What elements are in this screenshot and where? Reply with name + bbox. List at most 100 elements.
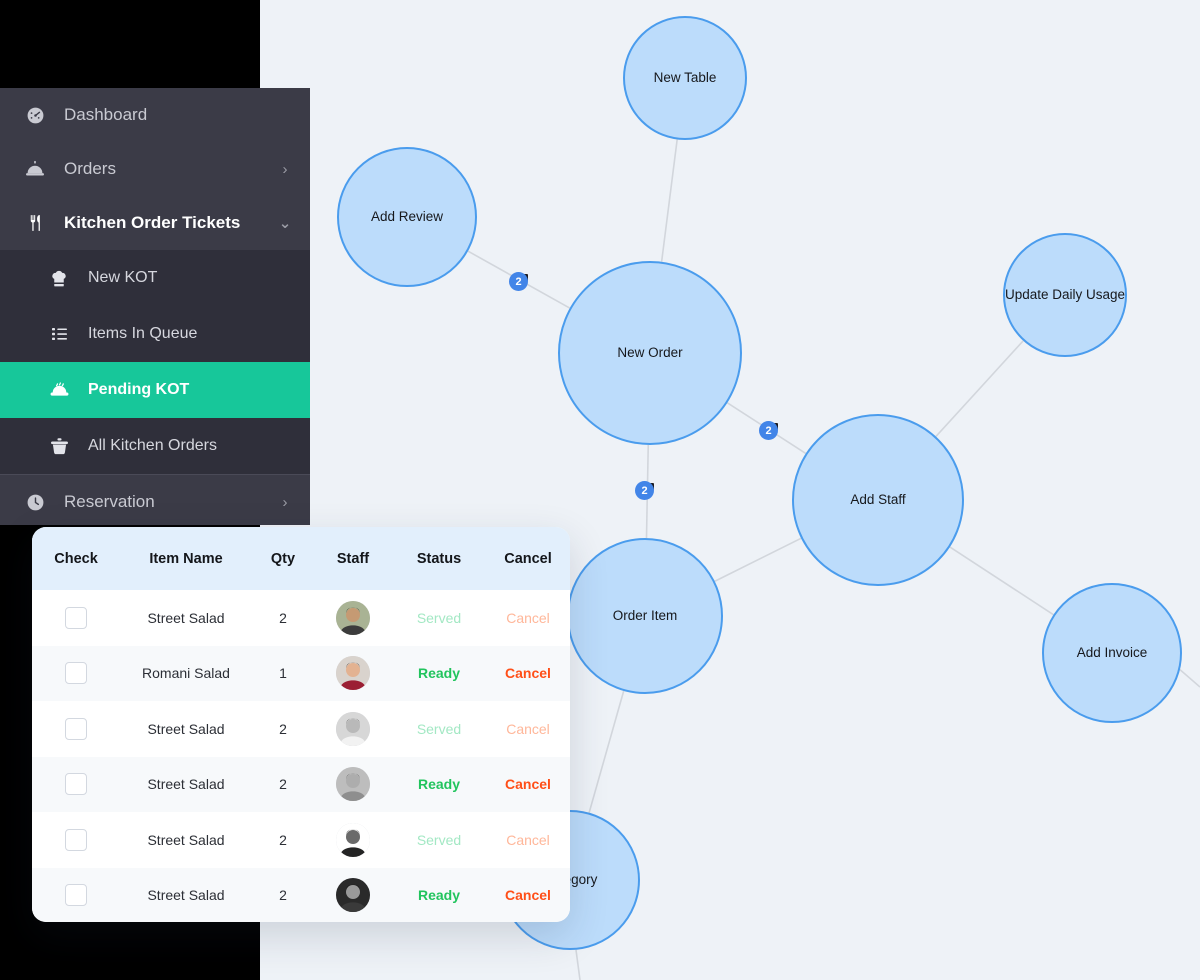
row-cancel-cell: Cancel <box>486 867 570 922</box>
status-badge: Served <box>416 720 462 737</box>
table-row[interactable]: Street Salad 2 Ready Cancel <box>32 756 570 812</box>
col-header-cancel: Cancel <box>486 527 570 590</box>
row-checkbox[interactable] <box>65 884 87 907</box>
col-header-check: Check <box>32 527 120 590</box>
graph-node-label: Add Review <box>370 209 444 225</box>
graph-node-add-invoice[interactable]: Add Invoice <box>1042 583 1182 723</box>
table-row[interactable]: Romani Salad 1 Ready Cancel <box>32 645 570 701</box>
row-checkbox[interactable] <box>65 773 87 796</box>
row-cancel-cell: Cancel <box>486 645 570 701</box>
graph-edge <box>714 537 802 582</box>
table-row[interactable]: Street Salad 2 Served Cancel <box>32 701 570 757</box>
graph-node-order-item[interactable]: Order Item <box>567 538 723 694</box>
table-head: Check Item Name Qty Staff Status Cancel <box>32 527 570 590</box>
row-staff-cell <box>314 645 392 701</box>
graph-node-add-review[interactable]: Add Review <box>337 147 477 287</box>
status-badge: Ready <box>417 776 461 793</box>
row-cancel-cell: Cancel <box>486 701 570 757</box>
col-header-qty: Qty <box>252 527 314 590</box>
chevron-right-icon[interactable]: › <box>278 162 292 177</box>
edge-count-badge[interactable]: 2 <box>635 481 654 500</box>
chevron-down-icon[interactable]: ⌄ <box>278 216 292 231</box>
graph-node-label: Add Staff <box>850 492 906 508</box>
row-checkbox[interactable] <box>65 828 87 851</box>
cancel-button[interactable]: Cancel <box>505 665 551 681</box>
graph-edge <box>935 340 1024 438</box>
pending-kot-table: Check Item Name Qty Staff Status Cancel … <box>32 527 570 922</box>
backdrop-top <box>0 0 260 88</box>
graph-edge <box>588 690 625 813</box>
cancel-button[interactable]: Cancel <box>506 610 550 626</box>
row-checkbox[interactable] <box>65 662 87 685</box>
col-header-item-name: Item Name <box>120 527 252 590</box>
sidebar-item-pending-kot[interactable]: Pending KOT <box>0 362 310 418</box>
col-header-status: Status <box>392 527 486 590</box>
graph-node-label: New Table <box>653 70 717 86</box>
graph-node-label: Order Item <box>612 608 678 624</box>
sidebar[interactable]: Dashboard Orders › Kitchen Order Tickets ⌄ Ne… <box>0 88 310 525</box>
sidebar-item-new-kot[interactable]: New KOT <box>0 250 310 306</box>
sidebar-nav-list: Dashboard Orders › Kitchen Order Tickets ⌄ Ne… <box>0 88 310 525</box>
edge-count-badge[interactable]: 2 <box>759 421 778 440</box>
avatar <box>336 878 370 913</box>
row-cancel-cell: Cancel <box>486 812 570 868</box>
row-item-name: Romani Salad <box>120 645 252 701</box>
avatar <box>336 600 370 635</box>
row-qty: 1 <box>252 645 314 701</box>
row-item-name: Street Salad <box>120 867 252 922</box>
graph-edge <box>949 546 1054 616</box>
row-check-cell <box>32 867 120 922</box>
row-item-name: Street Salad <box>120 812 252 868</box>
graph-node-add-staff[interactable]: Add Staff <box>792 414 964 586</box>
cancel-button[interactable]: Cancel <box>506 721 550 737</box>
row-cancel-cell: Cancel <box>486 756 570 812</box>
row-status: Served <box>392 590 486 646</box>
sidebar-item-all-kitchen-orders[interactable]: All Kitchen Orders <box>0 418 310 474</box>
row-status: Served <box>392 701 486 757</box>
table-header-row: Check Item Name Qty Staff Status Cancel <box>32 527 570 590</box>
table-row[interactable]: Street Salad 2 Served Cancel <box>32 812 570 868</box>
table-row[interactable]: Street Salad 2 Ready Cancel <box>32 867 570 922</box>
chef-hat-icon <box>46 269 72 288</box>
status-badge: Ready <box>417 665 461 682</box>
status-badge: Served <box>416 831 462 848</box>
graph-node-new-order[interactable]: New Order <box>558 261 742 445</box>
dashboard-icon <box>22 106 48 125</box>
sidebar-item-label: Orders <box>64 159 116 178</box>
table-row[interactable]: Street Salad 2 Served Cancel <box>32 590 570 646</box>
sidebar-item-reservation[interactable]: Reservation › <box>0 475 310 525</box>
pot-icon <box>46 437 72 456</box>
avatar <box>336 711 370 746</box>
row-item-name: Street Salad <box>120 701 252 757</box>
sidebar-item-dashboard[interactable]: Dashboard <box>0 88 310 142</box>
row-checkbox[interactable] <box>65 717 87 740</box>
list-icon <box>46 325 72 343</box>
pending-kot-table-card: Check Item Name Qty Staff Status Cancel … <box>32 527 570 922</box>
row-check-cell <box>32 590 120 646</box>
cancel-button[interactable]: Cancel <box>506 832 550 848</box>
edge-count-badge[interactable]: 2 <box>509 272 528 291</box>
graph-node-label: Update Daily Usage <box>1004 287 1126 303</box>
row-checkbox[interactable] <box>65 606 87 629</box>
row-check-cell <box>32 812 120 868</box>
row-qty: 2 <box>252 867 314 922</box>
sidebar-item-kitchen-order-tickets[interactable]: Kitchen Order Tickets ⌄ <box>0 196 310 250</box>
graph-edge <box>660 139 678 262</box>
cancel-button[interactable]: Cancel <box>505 776 551 792</box>
row-status: Ready <box>392 756 486 812</box>
graph-node-update-usage[interactable]: Update Daily Usage <box>1003 233 1127 357</box>
row-staff-cell <box>314 701 392 757</box>
sidebar-item-orders[interactable]: Orders › <box>0 142 310 196</box>
sidebar-item-label: Reservation <box>64 492 155 511</box>
row-qty: 2 <box>252 812 314 868</box>
sidebar-item-label: All Kitchen Orders <box>88 437 217 454</box>
backdrop-bottom <box>0 925 260 980</box>
row-check-cell <box>32 756 120 812</box>
chevron-right-icon[interactable]: › <box>278 495 292 510</box>
sidebar-item-label: Pending KOT <box>88 381 190 398</box>
graph-node-label: New Order <box>617 345 683 361</box>
cancel-button[interactable]: Cancel <box>505 887 551 903</box>
graph-node-new-table[interactable]: New Table <box>623 16 747 140</box>
col-header-staff: Staff <box>314 527 392 590</box>
sidebar-item-items-in-queue[interactable]: Items In Queue <box>0 306 310 362</box>
